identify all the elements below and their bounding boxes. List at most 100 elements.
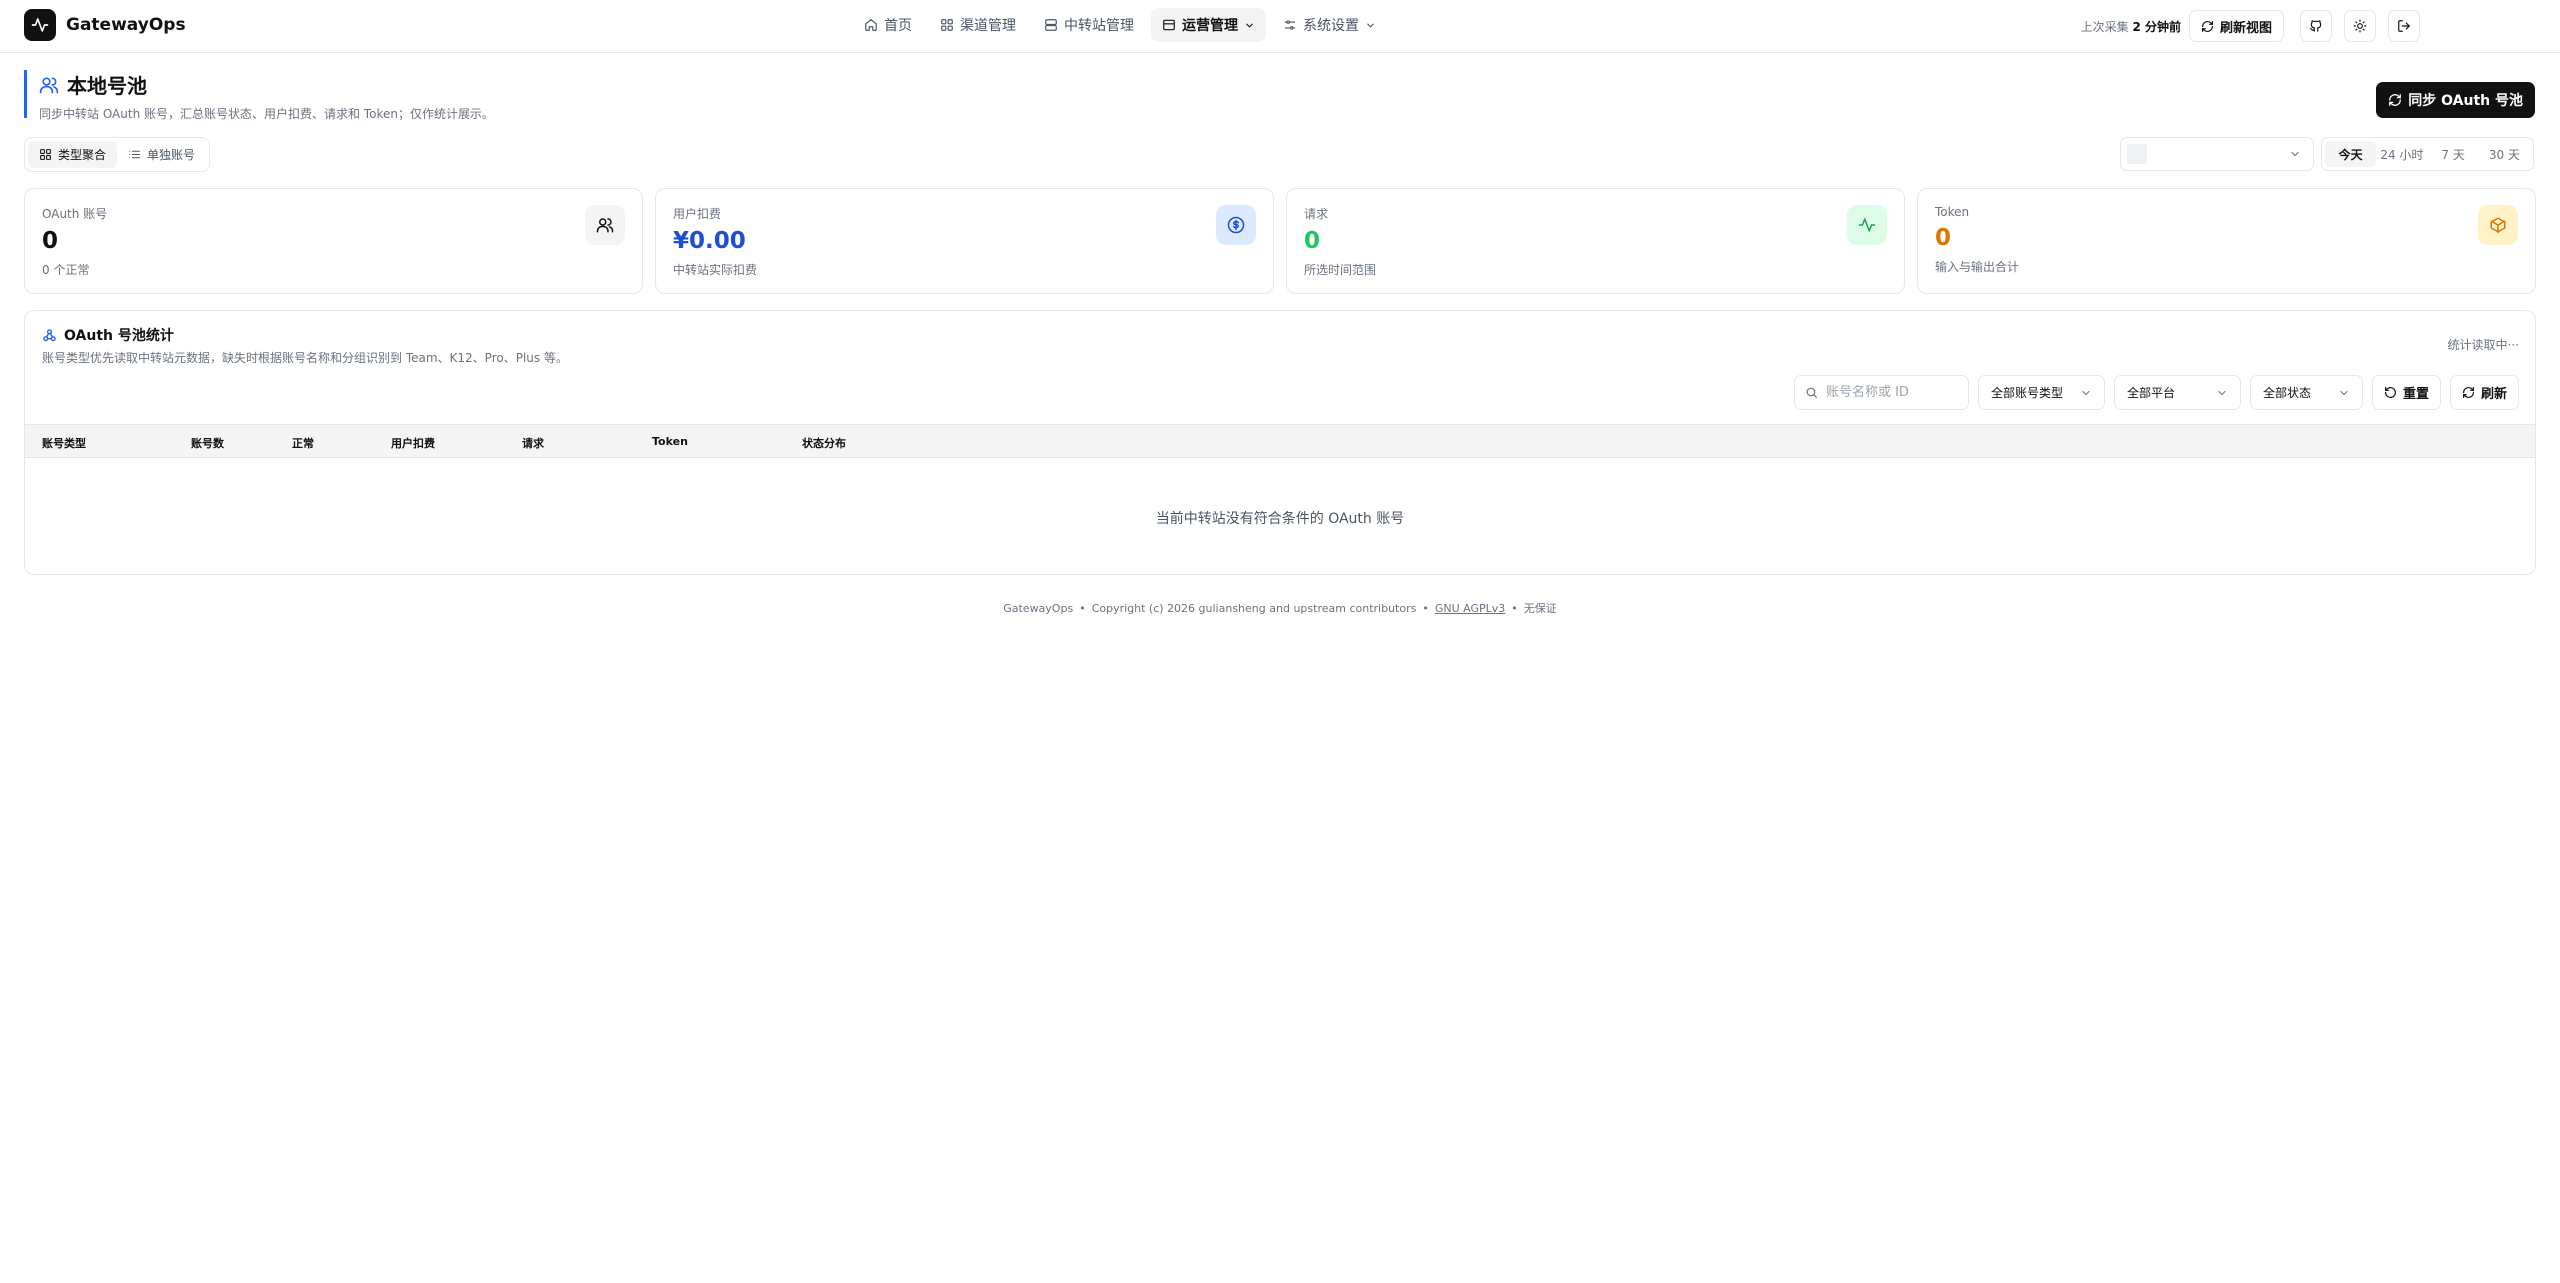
nav-channels-label: 渠道管理 [960,18,1016,34]
grid-icon [39,148,52,161]
column-header-requests[interactable]: 请求 [522,435,544,451]
platform-select[interactable]: 全部平台 [2113,375,2241,410]
search-icon [1805,386,1818,399]
activity-icon [1847,205,1887,245]
sun-icon [2353,19,2367,33]
stat-card-oauth: OAuth 账号 0 0 个正常 [24,188,643,294]
brand-name: GatewayOps [66,15,186,35]
page-title: 本地号池 [39,70,494,99]
license-link[interactable]: GNU AGPLv3 [1435,602,1505,615]
package-icon [2478,205,2518,245]
time-tab-24h[interactable]: 24 小时 [2376,141,2427,167]
column-header-normal[interactable]: 正常 [292,435,314,451]
oauth-stats-panel: OAuth 号池统计 账号类型优先读取中转站元数据，缺失时根据账号名称和分组识别… [24,310,2536,575]
card-label: 请求 [1304,207,1329,221]
footer-app-name: GatewayOps [1003,602,1074,615]
footer-warranty: 无保证 [1523,602,1557,615]
card-label: Token [1935,205,1970,219]
column-header-token[interactable]: Token [652,435,688,448]
panel-subtitle: 账号类型优先读取中转站元数据，缺失时根据账号名称和分组识别到 Team、K12、… [42,351,568,365]
footer-copyright: Copyright (c) 2026 guliansheng and upstr… [1091,602,1417,615]
card-foot: 输入与输出合计 [1935,260,2020,275]
nav-home-label: 首页 [884,18,912,34]
nav-settings-label: 系统设置 [1303,18,1359,34]
refresh-icon [2462,386,2475,399]
dollar-circle-icon [1216,205,1256,245]
loading-status: 统计读取中··· [2447,338,2519,352]
nav-operations[interactable]: 运营管理 [1151,8,1266,42]
time-tab-30d[interactable]: 30 天 [2479,141,2530,167]
box-icon [1162,18,1176,32]
card-foot: 所选时间范围 [1304,263,1377,278]
view-aggregate-tab[interactable]: 类型聚合 [28,141,118,168]
nav-channels[interactable]: 渠道管理 [929,8,1027,42]
chevron-down-icon [2080,387,2092,399]
card-value: ¥0.00 [673,228,746,254]
chevron-down-icon [2289,148,2301,160]
refresh-view-label: 刷新视图 [2219,20,2272,36]
panel-title: OAuth 号池统计 [42,325,174,345]
chevron-down-icon [2338,387,2350,399]
stat-card-requests: 请求 0 所选时间范围 [1286,188,1905,294]
reset-button[interactable]: 重置 [2371,375,2441,410]
grid-icon [940,18,954,32]
column-header-type[interactable]: 账号类型 [42,435,86,451]
nav-relay-label: 中转站管理 [1064,18,1134,34]
github-button[interactable] [2300,10,2332,42]
network-icon [42,328,57,343]
sync-oauth-pool-label: 同步 OAuth 号池 [2408,93,2523,109]
github-icon [2309,19,2323,33]
account-type-select[interactable]: 全部账号类型 [1977,375,2105,410]
logout-icon [2397,19,2411,33]
home-icon [864,18,878,32]
users-icon [39,75,59,95]
time-range-tabs: 今天 24 小时 7 天 30 天 [2321,137,2534,171]
logout-button[interactable] [2388,10,2420,42]
card-foot: 中转站实际扣费 [673,263,758,278]
stat-card-charge: 用户扣费 ¥0.00 中转站实际扣费 [655,188,1274,294]
footer: GatewayOps • Copyright (c) 2026 gulianshen… [1003,602,1557,615]
brand[interactable]: GatewayOps [24,9,186,41]
stat-card-tokens: Token 0 输入与输出合计 [1917,188,2536,294]
users-icon [585,205,625,245]
relay-select[interactable] [2120,137,2314,171]
refresh-view-button[interactable]: 刷新视图 [2188,10,2284,42]
column-header-status[interactable]: 状态分布 [802,435,846,451]
card-value: 0 [42,228,59,254]
nav-relay[interactable]: 中转站管理 [1033,8,1145,42]
relay-select-placeholder [2127,144,2147,164]
rotate-ccw-icon [2384,386,2397,399]
status-select[interactable]: 全部状态 [2249,375,2363,410]
table-header: 账号类型 账号数 正常 用户扣费 请求 Token 状态分布 [25,424,2535,458]
header-actions: 上次采集 2 分钟前 刷新视图 [2081,10,2420,42]
nav-home[interactable]: 首页 [853,8,923,42]
page-subtitle: 同步中转站 OAuth 账号，汇总账号状态、用户扣费、请求和 Token；仅作统… [39,107,494,121]
search-box[interactable] [1793,375,1969,410]
sync-oauth-pool-button[interactable]: 同步 OAuth 号池 [2376,82,2535,118]
page-header: 本地号池 同步中转站 OAuth 账号，汇总账号状态、用户扣费、请求和 Toke… [24,70,494,121]
chevron-down-icon [1244,20,1255,31]
server-icon [1044,18,1058,32]
time-tab-today[interactable]: 今天 [2325,141,2377,167]
nav-settings[interactable]: 系统设置 [1272,8,1387,42]
card-label: 用户扣费 [673,207,722,221]
column-header-count[interactable]: 账号数 [191,435,224,451]
sliders-icon [1283,18,1297,32]
activity-logo-icon [24,9,56,41]
theme-toggle-button[interactable] [2344,10,2376,42]
column-header-charge[interactable]: 用户扣费 [391,435,435,451]
chevron-down-icon [1365,20,1376,31]
filter-bar: 全部账号类型 全部平台 全部状态 重置 刷新 [1793,375,2519,410]
last-collect: 上次采集 2 分钟前 [2080,19,2181,34]
refresh-icon [2201,20,2214,33]
list-icon [128,148,141,161]
view-toggle: 类型聚合 单独账号 [24,137,211,172]
search-input[interactable] [1825,385,1956,400]
card-value: 0 [1935,225,1952,251]
nav-operations-label: 运营管理 [1182,18,1238,34]
card-value: 0 [1304,228,1321,254]
refresh-button[interactable]: 刷新 [2449,375,2519,410]
view-single-tab[interactable]: 单独账号 [117,141,206,168]
top-navbar: GatewayOps 首页 渠道管理 中转站管理 运营管理 系统设置 上次采集 … [0,0,2560,53]
time-tab-7d[interactable]: 7 天 [2428,141,2479,167]
